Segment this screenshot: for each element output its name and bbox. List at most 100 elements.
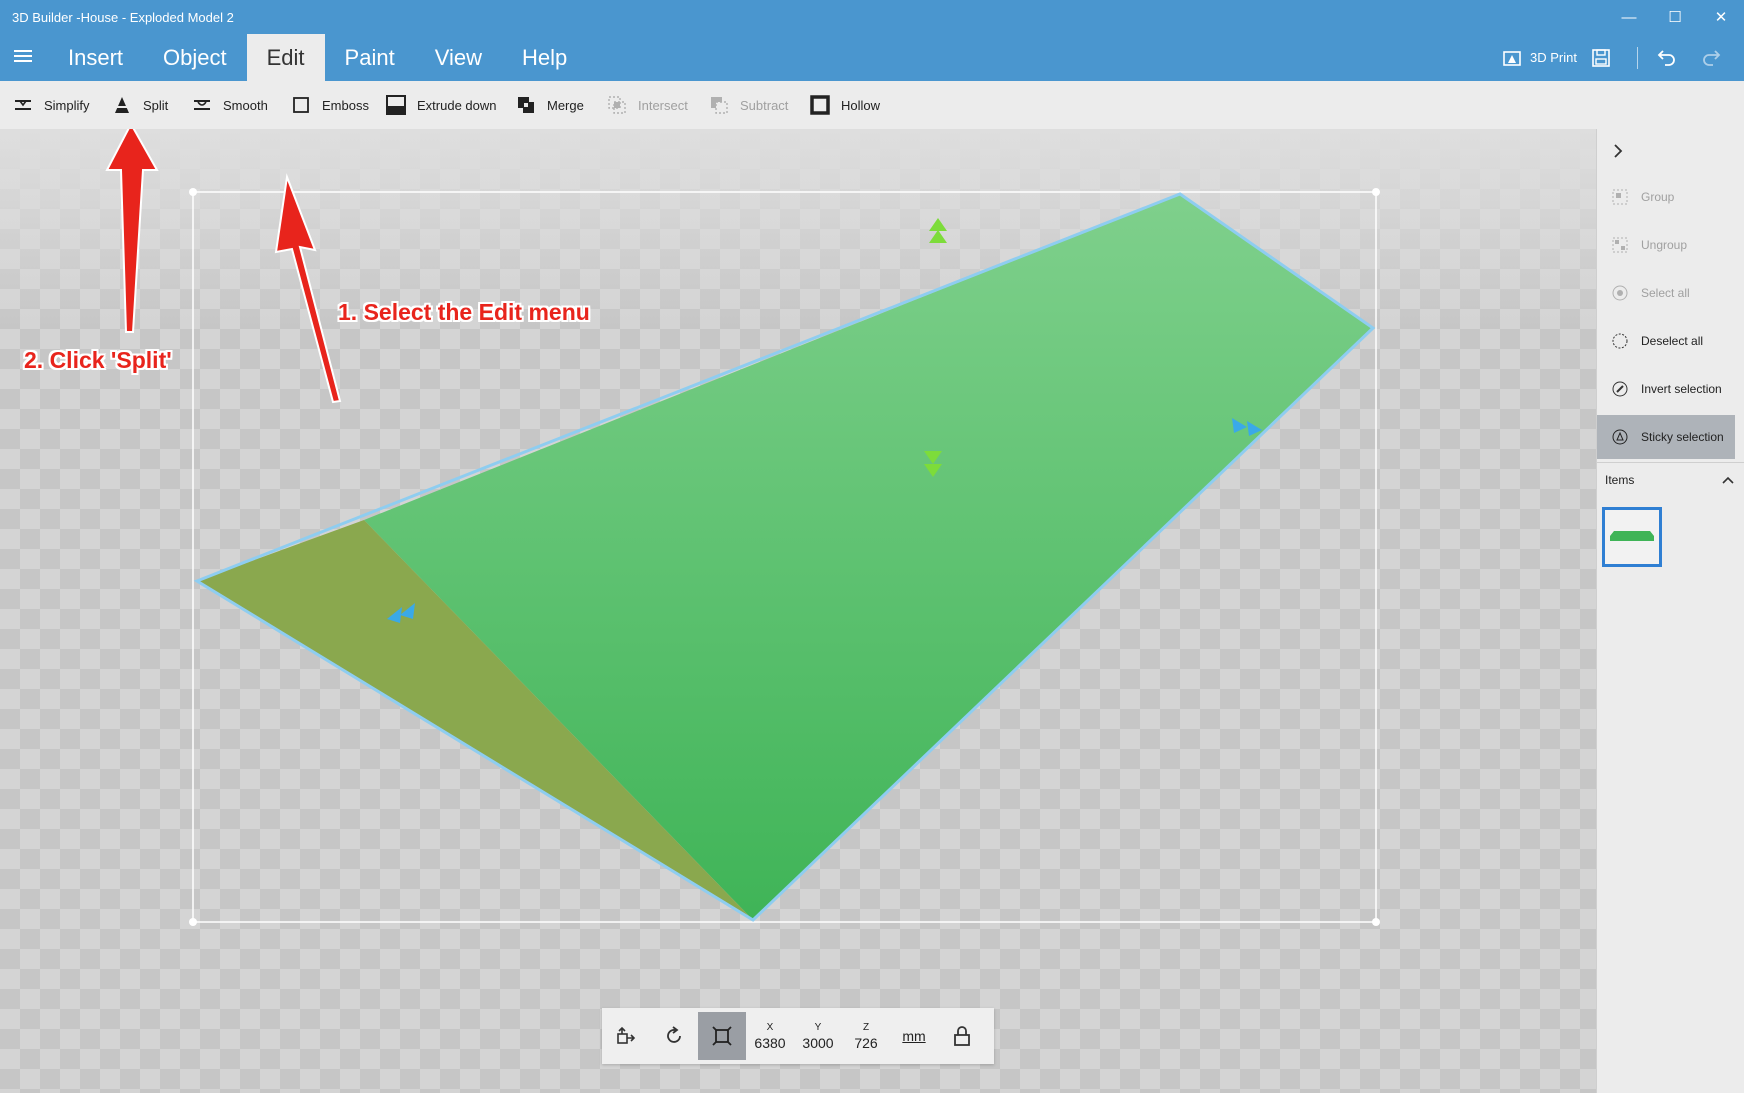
items-collapse-button[interactable] <box>1721 473 1735 491</box>
unit-selector[interactable]: mm <box>890 1028 938 1044</box>
x-value: 6380 <box>754 1034 786 1051</box>
selection-handle[interactable] <box>189 918 197 926</box>
hollow-label: Hollow <box>841 97 881 113</box>
deselect-all-button[interactable]: Deselect all <box>1597 319 1735 363</box>
hollow-icon <box>809 94 831 116</box>
split-button[interactable]: Split <box>111 81 168 129</box>
edit-toolbar: Simplify Split Smooth Emboss Extrude dow… <box>0 81 1744 130</box>
z-label: Z <box>862 1021 870 1033</box>
hollow-button[interactable]: Hollow <box>809 81 880 129</box>
selection-handle[interactable] <box>1372 918 1380 926</box>
sticky-selection-label: Sticky selection <box>1641 430 1724 444</box>
undo-button[interactable] <box>1656 47 1686 69</box>
selection-handle[interactable] <box>189 188 197 196</box>
subtract-icon <box>708 94 730 116</box>
intersect-icon <box>606 94 628 116</box>
x-coordinate[interactable]: X 6380 <box>746 1022 794 1051</box>
split-icon <box>111 94 133 116</box>
3d-print-label: 3D Print <box>1530 50 1577 65</box>
deselect-all-label: Deselect all <box>1641 334 1704 348</box>
smooth-label: Smooth <box>223 97 268 113</box>
y-value: 3000 <box>802 1034 834 1051</box>
model-thumbnail-icon <box>1610 531 1654 541</box>
panel-divider <box>1597 462 1744 463</box>
toolbar-separator <box>1637 46 1638 69</box>
split-label: Split <box>143 97 169 113</box>
invert-selection-button[interactable]: Invert selection <box>1597 367 1735 411</box>
selection-side-panel: Group Ungroup Select all Deselect all In… <box>1596 129 1744 1093</box>
main-menu: Insert Object Edit Paint View Help <box>48 34 587 81</box>
x-label: X <box>766 1021 774 1033</box>
move-tool-button[interactable] <box>602 1012 650 1060</box>
sticky-selection-button[interactable]: Sticky selection <box>1597 415 1735 459</box>
menu-object[interactable]: Object <box>143 34 247 81</box>
3d-print-icon <box>1503 50 1521 66</box>
menu-paint[interactable]: Paint <box>325 34 415 81</box>
annotation-step-2: 2. Click 'Split' <box>24 347 172 373</box>
group-button[interactable]: Group <box>1597 175 1735 219</box>
title-bar: 3D Builder -House - Exploded Model 2 — ☐… <box>0 0 1744 81</box>
ungroup-icon <box>1611 236 1629 254</box>
lock-icon <box>954 1026 970 1046</box>
rotate-icon <box>667 1026 681 1043</box>
simplify-button[interactable]: Simplify <box>12 81 90 129</box>
sticky-selection-icon <box>1611 428 1629 446</box>
scene-canvas <box>105 129 1380 926</box>
emboss-label: Emboss <box>322 97 369 113</box>
intersect-label: Intersect <box>638 97 688 113</box>
selection-handle[interactable] <box>1372 188 1380 196</box>
subtract-button[interactable]: Subtract <box>708 81 788 129</box>
save-button[interactable] <box>1591 48 1619 68</box>
deselect-all-icon <box>1611 332 1629 350</box>
smooth-icon <box>191 94 213 116</box>
merge-label: Merge <box>547 97 584 113</box>
y-coordinate[interactable]: Y 3000 <box>794 1022 842 1051</box>
title-right-tools: 3D Print <box>1502 34 1744 81</box>
smooth-button[interactable]: Smooth <box>191 81 268 129</box>
move-icon <box>617 1026 636 1044</box>
scale-tool-button[interactable] <box>698 1012 746 1060</box>
invert-selection-icon <box>1611 380 1629 398</box>
group-label: Group <box>1641 190 1675 204</box>
minimize-icon[interactable]: — <box>1606 0 1652 34</box>
menu-insert[interactable]: Insert <box>48 34 143 81</box>
emboss-icon <box>290 94 312 116</box>
extrude-down-button[interactable]: Extrude down <box>385 81 497 129</box>
collapse-panel-button[interactable] <box>1611 143 1625 164</box>
emboss-button[interactable]: Emboss <box>290 81 369 129</box>
y-label: Y <box>814 1021 822 1033</box>
redo-button[interactable] <box>1700 47 1730 69</box>
3d-viewport[interactable]: 1. Select the Edit menu 2. Click 'Split' <box>0 129 1596 1093</box>
chevron-up-icon <box>1722 476 1734 484</box>
menu-view[interactable]: View <box>415 34 502 81</box>
z-value: 726 <box>854 1034 878 1051</box>
select-all-button[interactable]: Select all <box>1597 271 1735 315</box>
ungroup-button[interactable]: Ungroup <box>1597 223 1735 267</box>
lock-aspect-button[interactable] <box>938 1012 986 1060</box>
3d-print-button[interactable]: 3D Print <box>1502 48 1577 68</box>
simplify-label: Simplify <box>44 97 90 113</box>
merge-button[interactable]: Merge <box>515 81 584 129</box>
item-thumbnail[interactable] <box>1602 507 1662 567</box>
ungroup-label: Ungroup <box>1641 238 1688 252</box>
merge-icon <box>515 94 537 116</box>
move-gizmo-up-arrow[interactable] <box>929 218 947 243</box>
window-controls: — ☐ ✕ <box>1606 0 1744 34</box>
undo-icon <box>1657 49 1675 66</box>
redo-icon <box>1703 49 1721 66</box>
subtract-label: Subtract <box>740 97 789 113</box>
annotation-arrow-edit <box>274 173 342 404</box>
annotation-arrow-split <box>105 129 159 333</box>
rotate-tool-button[interactable] <box>650 1012 698 1060</box>
menu-help[interactable]: Help <box>502 34 587 81</box>
menu-edit[interactable]: Edit <box>246 34 325 81</box>
invert-selection-label: Invert selection <box>1641 382 1722 396</box>
annotation-step-1: 1. Select the Edit menu <box>338 299 590 325</box>
z-coordinate[interactable]: Z 726 <box>842 1022 890 1051</box>
intersect-button[interactable]: Intersect <box>606 81 688 129</box>
maximize-icon[interactable]: ☐ <box>1652 0 1698 34</box>
close-icon[interactable]: ✕ <box>1698 0 1744 34</box>
extrude-down-label: Extrude down <box>417 97 497 113</box>
hamburger-menu-icon[interactable] <box>14 50 32 62</box>
group-icon <box>1611 188 1629 206</box>
